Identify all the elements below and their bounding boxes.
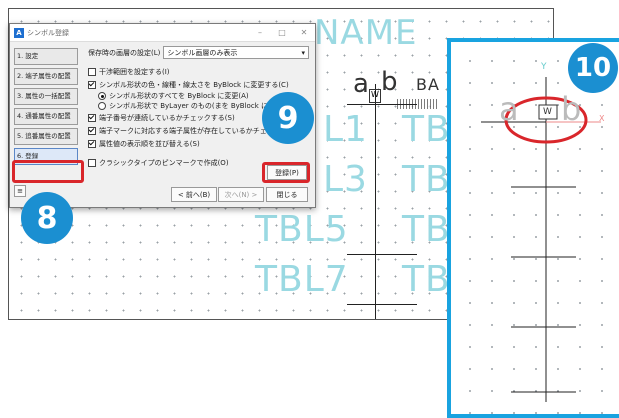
sort-attr-label: 属性値の表示順を並び替える(S) bbox=[99, 139, 200, 148]
cad-row-right: TB bbox=[402, 159, 451, 200]
close-button[interactable]: 閉じる bbox=[266, 187, 308, 202]
app-icon: A bbox=[14, 27, 24, 38]
sort-attr-checkbox[interactable] bbox=[88, 139, 96, 148]
terminal-serial-label: 端子番号が連続しているかチェックする(S) bbox=[99, 113, 235, 122]
zoom-y-axis-label: Y bbox=[541, 62, 547, 72]
cad-row-right: TB bbox=[402, 109, 451, 150]
terminal-mark-label: 端子マークに対応する端子属性が存在しているかチェック bbox=[99, 126, 281, 135]
hatch-label: 干渉範囲を設定する(I) bbox=[99, 67, 170, 76]
cad-name-text: NAME bbox=[314, 13, 418, 53]
terminal-mark-checkbox[interactable] bbox=[88, 126, 96, 135]
step-badge-9: 9 bbox=[262, 92, 314, 144]
zoom-w-text: W bbox=[543, 107, 552, 117]
cad-row-left: L3 bbox=[323, 159, 368, 200]
radio-bylayer[interactable] bbox=[98, 102, 106, 110]
byblock-checkbox[interactable] bbox=[88, 80, 96, 89]
cad-hline bbox=[347, 304, 417, 305]
highlight-register-button bbox=[262, 162, 310, 183]
minimize-icon[interactable]: – bbox=[249, 28, 271, 37]
step-badge-8: 8 bbox=[21, 192, 73, 244]
step-serial-attr[interactable]: 4. 通番属性の配置 bbox=[14, 108, 78, 125]
zoom-b-text: b bbox=[561, 90, 582, 128]
hatch-checkbox[interactable] bbox=[88, 67, 96, 76]
radio-all[interactable] bbox=[98, 92, 106, 100]
back-button[interactable]: < 前へ(B) bbox=[171, 187, 217, 202]
radio-bylayer-label: シンボル形状で ByLayer のもの(まを ByBlock に変 bbox=[109, 102, 275, 110]
cad-ba-text: BA bbox=[416, 75, 440, 94]
next-button[interactable]: 次へ(N) > bbox=[218, 187, 264, 202]
cad-row-left: L1 bbox=[323, 109, 368, 150]
maximize-icon[interactable]: □ bbox=[271, 28, 293, 37]
cad-center-line bbox=[375, 84, 376, 319]
footer-icon[interactable]: ≡ bbox=[14, 185, 26, 197]
cad-row-right: TB bbox=[402, 209, 451, 250]
step-extra-attr[interactable]: 5. 追番属性の配置 bbox=[14, 128, 78, 145]
highlight-register-step bbox=[12, 160, 84, 183]
step-bulk-attr[interactable]: 3. 属性の一括配置 bbox=[14, 88, 78, 105]
cad-row-left: TBL7 bbox=[255, 259, 349, 300]
zoom-a-text: a bbox=[499, 90, 519, 128]
chevron-down-icon: ▾ bbox=[301, 48, 305, 57]
layer-select-value: シンボル画層のみ表示 bbox=[167, 48, 238, 57]
dialog-title: シンボル登録 bbox=[27, 28, 69, 37]
step-settings[interactable]: 1. 設定 bbox=[14, 48, 78, 65]
close-icon[interactable]: ✕ bbox=[293, 28, 315, 37]
zoom-panel: Y X a b W bbox=[447, 38, 619, 418]
step-badge-10: 10 bbox=[568, 43, 618, 93]
classic-checkbox[interactable] bbox=[88, 158, 96, 167]
cad-b-text: b bbox=[381, 67, 399, 97]
layer-label: 保存時の画層の設定(L) bbox=[88, 48, 161, 57]
step-terminal-attr[interactable]: 2. 端子属性の配置 bbox=[14, 68, 78, 85]
zoom-drawing bbox=[481, 77, 601, 402]
step-list: 1. 設定 2. 端子属性の配置 3. 属性の一括配置 4. 通番属性の配置 5… bbox=[14, 48, 78, 168]
cad-w-text: W bbox=[371, 90, 379, 99]
cad-hline bbox=[347, 104, 417, 105]
layer-select[interactable]: シンボル画層のみ表示 ▾ bbox=[163, 46, 309, 59]
cad-a-text: a bbox=[353, 69, 370, 99]
zoom-x-axis-label: X bbox=[599, 114, 605, 123]
classic-label: クラシックタイプのピンマークで作成(O) bbox=[99, 158, 229, 167]
cad-row-left: TBL5 bbox=[255, 209, 349, 250]
cad-row-right: TB bbox=[402, 259, 451, 300]
byblock-label: シンボル形状の色・線種・線太さを ByBlock に変更する(C) bbox=[99, 80, 289, 89]
dialog-titlebar[interactable]: A シンボル登録 – □ ✕ bbox=[10, 24, 315, 42]
cad-hline bbox=[347, 254, 417, 255]
cad-w-box: W bbox=[369, 89, 381, 103]
terminal-serial-checkbox[interactable] bbox=[88, 113, 96, 122]
radio-all-label: シンボル形状のすべてを ByBlock に変更(A) bbox=[109, 92, 249, 100]
